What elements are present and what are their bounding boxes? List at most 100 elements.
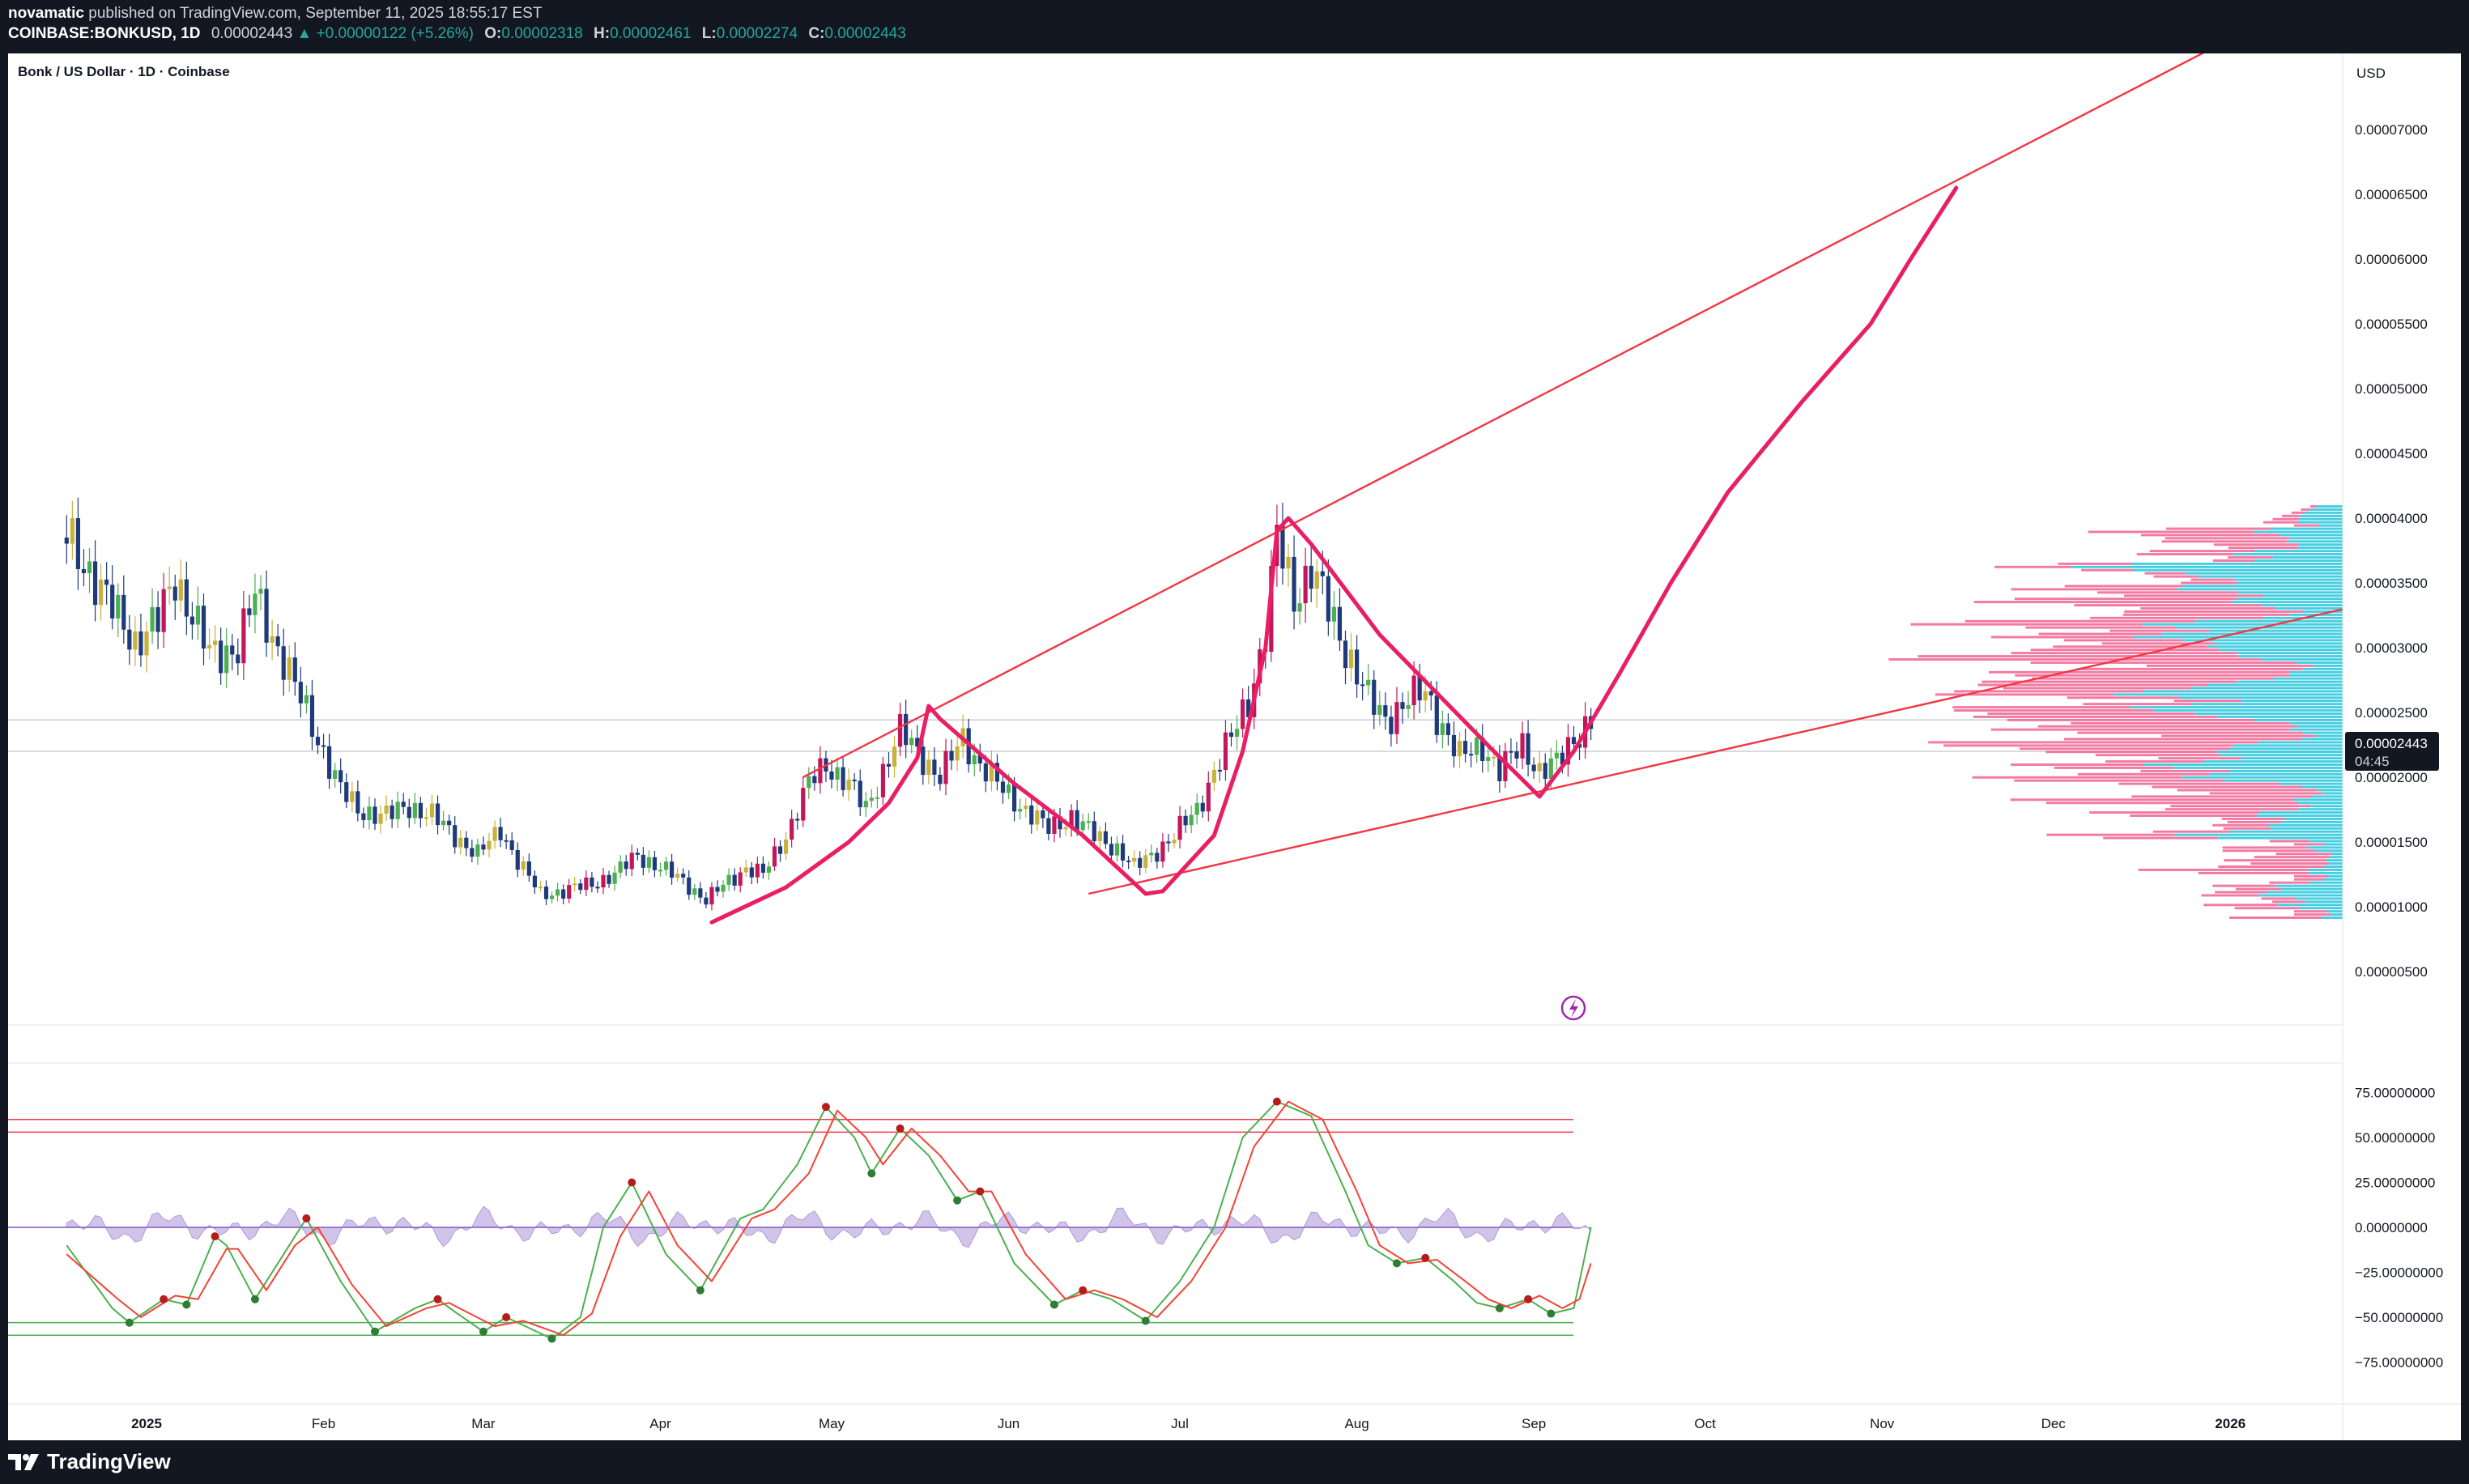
vp-row-down: [2170, 805, 2311, 808]
candle-body: [595, 887, 600, 889]
vp-row-down: [2063, 738, 2301, 741]
candle-body: [1177, 815, 1182, 840]
candle-body: [1326, 576, 1330, 622]
vp-row-up: [2270, 527, 2343, 530]
vp-row-up: [2322, 916, 2343, 919]
candle-body: [344, 782, 349, 802]
freehand-projection: [709, 185, 1959, 925]
candle-body: [921, 746, 926, 776]
vp-row-down: [2153, 575, 2199, 578]
candle-body: [1194, 802, 1199, 815]
candle-body: [1138, 857, 1143, 868]
vp-row-up: [2289, 670, 2343, 674]
vp-row-down: [1954, 709, 2154, 712]
currency-label[interactable]: USD: [2356, 66, 2386, 81]
lightning-icon[interactable]: [1560, 995, 1586, 1021]
tradingview-logo[interactable]: TradingView: [8, 1449, 171, 1474]
vp-row-up: [2298, 517, 2343, 521]
vp-row-up: [2143, 690, 2343, 693]
vp-row-down: [2064, 585, 2183, 588]
price-tick-label: 0.00002500: [2355, 705, 2428, 721]
vp-row-up: [2298, 802, 2343, 805]
vp-row-down: [1994, 565, 2071, 568]
vp-row-up: [2131, 562, 2343, 565]
candle-body: [1366, 679, 1371, 686]
osc-cross-dot: [1079, 1286, 1088, 1295]
drawings[interactable]: [709, 53, 2461, 925]
candle-body: [333, 770, 338, 779]
candle-body: [629, 853, 634, 870]
vp-row-up: [2309, 840, 2343, 843]
candle-body: [1046, 818, 1051, 834]
candle-body: [1457, 741, 1462, 757]
vp-row-up: [2203, 760, 2343, 763]
price-tick-label: 0.00005000: [2355, 381, 2428, 397]
candle-body: [453, 825, 458, 848]
price-tick-label: 0.00004500: [2355, 446, 2428, 461]
vp-row-down: [2030, 648, 2220, 652]
chart-area[interactable]: 0.00007000 0.00006500 0.00006000 0.00005500…: [8, 53, 2461, 1440]
candle-body: [1097, 831, 1102, 841]
candle-body: [556, 889, 560, 896]
candle-body: [1462, 741, 1468, 755]
vp-row-up: [2297, 808, 2343, 811]
vp-row-up: [2233, 744, 2343, 747]
publisher-name[interactable]: novamatic: [8, 5, 84, 22]
candle-body: [1394, 702, 1399, 734]
candle-body: [99, 579, 104, 606]
candle-body: [926, 759, 931, 776]
vp-row-down: [2130, 814, 2257, 817]
vp-row-up: [2263, 594, 2343, 597]
candle-body: [458, 837, 463, 848]
candle-body: [869, 797, 874, 802]
candle-body: [361, 813, 366, 820]
price-tag: 0.00002443 04:45: [2345, 732, 2439, 771]
vp-row-down: [2011, 652, 2237, 655]
candle-body: [110, 585, 115, 619]
vp-row-up: [2298, 543, 2343, 546]
candle-body: [1492, 756, 1496, 759]
vp-row-up: [2296, 661, 2343, 664]
vp-row-down: [2081, 568, 2134, 572]
candle-body: [390, 805, 394, 819]
vp-row-down: [2181, 581, 2237, 585]
vp-row-down: [2254, 856, 2330, 859]
vp-row-down: [1973, 601, 2232, 604]
candle-body: [909, 738, 914, 746]
candle-body: [709, 887, 714, 905]
time-tick-label: Aug: [1344, 1416, 1369, 1431]
vp-row-down: [2250, 862, 2329, 865]
candle-body: [898, 713, 903, 747]
candle-body: [1006, 784, 1011, 793]
vp-row-up: [2272, 556, 2343, 559]
vp-row-down: [2077, 772, 2210, 776]
vp-row-up: [2132, 636, 2343, 639]
candle-body: [601, 874, 606, 888]
osc-tick-label: −50.00000000: [2355, 1310, 2443, 1325]
vp-row-up: [2309, 508, 2343, 511]
candle-body: [155, 606, 160, 632]
vp-row-down: [2138, 868, 2308, 871]
candle-body: [327, 746, 332, 779]
candle-body: [224, 645, 229, 674]
vp-row-down: [2144, 572, 2186, 575]
candle-body: [760, 863, 765, 873]
vp-row-down: [2140, 769, 2231, 772]
chart-svg[interactable]: 0.00007000 0.00006500 0.00006000 0.00005500…: [8, 53, 2461, 1440]
candle-body: [116, 594, 121, 619]
vp-row-up: [2319, 524, 2343, 527]
candle-body: [372, 806, 377, 824]
candle-body: [1035, 810, 1040, 825]
vp-row-down: [2263, 521, 2299, 524]
osc-cross-dot: [1392, 1259, 1401, 1268]
change-value: ▲ +0.00000122 (+5.26%): [296, 25, 474, 42]
vp-row-down: [2212, 884, 2275, 887]
osc-cross-dot: [1141, 1316, 1150, 1325]
vp-row-up: [2258, 894, 2343, 897]
candle-body: [875, 797, 879, 799]
vp-row-down: [2010, 798, 2293, 802]
symbol-label[interactable]: COINBASE:BONKUSD, 1D: [8, 25, 201, 42]
candle-body: [698, 888, 703, 898]
candle-body: [549, 895, 555, 899]
vp-row-up: [2153, 709, 2343, 712]
